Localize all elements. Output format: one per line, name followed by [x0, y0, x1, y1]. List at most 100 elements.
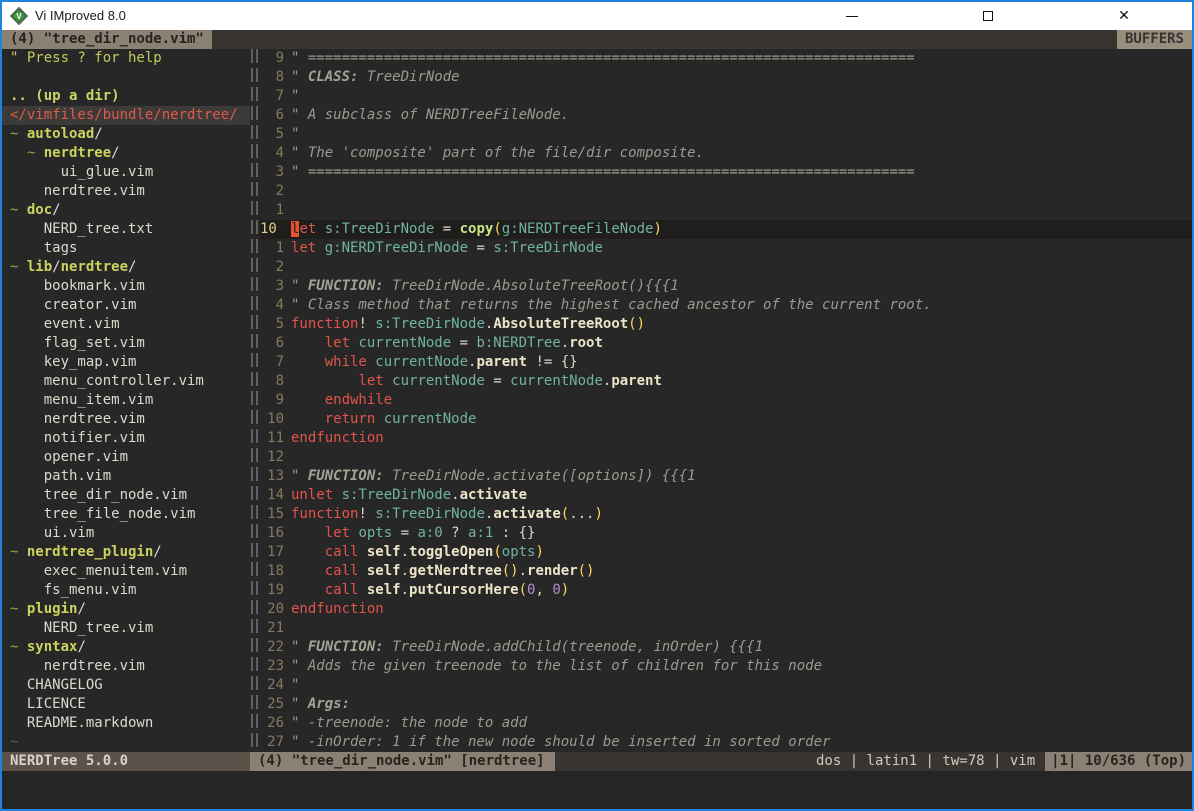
code-line[interactable]: 3" FUNCTION: TreeDirNode.AbsoluteTreeRoo…: [260, 277, 1192, 296]
tree-item[interactable]: key_map.vim: [10, 353, 250, 372]
tree-item[interactable]: path.vim: [10, 467, 250, 486]
tree-item[interactable]: tags: [10, 239, 250, 258]
tree-item[interactable]: fs_menu.vim: [10, 581, 250, 600]
code-line[interactable]: 12: [260, 448, 1192, 467]
code-line[interactable]: 15function! s:TreeDirNode.activate(...): [260, 505, 1192, 524]
minimize-button[interactable]: [832, 2, 872, 30]
tree-item[interactable]: opener.vim: [10, 448, 250, 467]
code-line[interactable]: 21: [260, 619, 1192, 638]
tree-item[interactable]: NERD_tree.vim: [10, 619, 250, 638]
code-line[interactable]: 7 while currentNode.parent != {}: [260, 353, 1192, 372]
vim-window: V Vi IMproved 8.0 ✕ (4) "tree_dir_node.v…: [0, 0, 1194, 811]
editor-buffer[interactable]: 9" =====================================…: [260, 49, 1192, 752]
tree-item[interactable]: tree_file_node.vim: [10, 505, 250, 524]
tree-item[interactable]: ui_glue.vim: [10, 163, 250, 182]
code-line[interactable]: 2: [260, 182, 1192, 201]
tree-item[interactable]: event.vim: [10, 315, 250, 334]
code-line[interactable]: 4" Class method that returns the highest…: [260, 296, 1192, 315]
code-line[interactable]: 2: [260, 258, 1192, 277]
code-line[interactable]: 22" FUNCTION: TreeDirNode.addChild(treen…: [260, 638, 1192, 657]
code-line[interactable]: 9" =====================================…: [260, 49, 1192, 68]
code-line[interactable]: 9 endwhile: [260, 391, 1192, 410]
code-line[interactable]: 13" FUNCTION: TreeDirNode.activate([opti…: [260, 467, 1192, 486]
tree-item[interactable]: ~ syntax/: [10, 638, 250, 657]
active-statusline: (4) "tree_dir_node.vim" [nerdtree] dos |…: [250, 752, 1192, 771]
line-number: 3: [260, 277, 284, 296]
tree-item[interactable]: nerdtree.vim: [10, 657, 250, 676]
code-line[interactable]: 8 let currentNode = currentNode.parent: [260, 372, 1192, 391]
tree-item[interactable]: " Press ? for help: [10, 49, 250, 68]
tree-item[interactable]: menu_controller.vim: [10, 372, 250, 391]
code-line[interactable]: 23" Adds the given treenode to the list …: [260, 657, 1192, 676]
tree-item[interactable]: exec_menuitem.vim: [10, 562, 250, 581]
tree-item[interactable]: ~ nerdtree/: [10, 144, 250, 163]
close-button[interactable]: ✕: [1104, 2, 1144, 30]
tree-item[interactable]: [10, 68, 250, 87]
tree-item[interactable]: ~ lib/nerdtree/: [10, 258, 250, 277]
code-line[interactable]: 3" =====================================…: [260, 163, 1192, 182]
code-line[interactable]: 10let s:TreeDirNode = copy(g:NERDTreeFil…: [260, 220, 1192, 239]
tree-item[interactable]: bookmark.vim: [10, 277, 250, 296]
vim-logo-icon: V: [10, 7, 28, 25]
code-line[interactable]: 11endfunction: [260, 429, 1192, 448]
tree-item[interactable]: README.markdown: [10, 714, 250, 733]
code-line[interactable]: 4" The 'composite' part of the file/dir …: [260, 144, 1192, 163]
code-line[interactable]: 1let g:NERDTreeDirNode = s:TreeDirNode: [260, 239, 1192, 258]
line-number: 21: [260, 619, 284, 638]
code-line[interactable]: 10 return currentNode: [260, 410, 1192, 429]
tree-item[interactable]: nerdtree.vim: [10, 182, 250, 201]
tree-item[interactable]: ~ plugin/: [10, 600, 250, 619]
code-line[interactable]: 26" -treenode: the node to add: [260, 714, 1192, 733]
line-number: 18: [260, 562, 284, 581]
line-number: 7: [260, 353, 284, 372]
code-line[interactable]: 20endfunction: [260, 600, 1192, 619]
window-split-separator[interactable]: [250, 49, 260, 752]
code-line[interactable]: 16 let opts = a:0 ? a:1 : {}: [260, 524, 1192, 543]
tree-item[interactable]: CHANGELOG: [10, 676, 250, 695]
nerdtree-statusline: NERDTree 5.0.0: [2, 752, 250, 771]
tree-item[interactable]: .. (up a dir): [10, 87, 250, 106]
statusline-fileinfo: dos | latin1 | tw=78 | vim: [816, 752, 1045, 771]
tree-item[interactable]: tree_dir_node.vim: [10, 486, 250, 505]
code-line[interactable]: 8" CLASS: TreeDirNode: [260, 68, 1192, 87]
code-line[interactable]: 25" Args:: [260, 695, 1192, 714]
code-line[interactable]: 7": [260, 87, 1192, 106]
code-line[interactable]: 17 call self.toggleOpen(opts): [260, 543, 1192, 562]
code-line[interactable]: 5": [260, 125, 1192, 144]
code-line[interactable]: 6 let currentNode = b:NERDTree.root: [260, 334, 1192, 353]
line-number: 1: [260, 239, 284, 258]
line-number: 2: [260, 258, 284, 277]
line-number: 8: [260, 372, 284, 391]
code-line[interactable]: 19 call self.putCursorHere(0, 0): [260, 581, 1192, 600]
main-area: " Press ? for help .. (up a dir)</vimfile…: [2, 49, 1192, 752]
title-bar[interactable]: V Vi IMproved 8.0 ✕: [2, 2, 1192, 30]
tab-tree-dir-node[interactable]: (4) "tree_dir_node.vim": [2, 30, 212, 49]
code-line[interactable]: 6" A subclass of NERDTreeFileNode.: [260, 106, 1192, 125]
window-title: Vi IMproved 8.0: [35, 2, 126, 30]
command-line[interactable]: [2, 771, 1192, 809]
tree-item[interactable]: ~ autoload/: [10, 125, 250, 144]
code-line[interactable]: 27" -inOrder: 1 if the new node should b…: [260, 733, 1192, 752]
tree-item[interactable]: </vimfiles/bundle/nerdtree/: [2, 106, 250, 125]
line-number: 19: [260, 581, 284, 600]
tree-item[interactable]: ui.vim: [10, 524, 250, 543]
code-line[interactable]: 18 call self.getNerdtree().render(): [260, 562, 1192, 581]
tree-item[interactable]: NERD_tree.txt: [10, 220, 250, 239]
line-number: 2: [260, 182, 284, 201]
code-line[interactable]: 14unlet s:TreeDirNode.activate: [260, 486, 1192, 505]
line-number: 8: [260, 68, 284, 87]
code-line[interactable]: 1: [260, 201, 1192, 220]
tree-item[interactable]: flag_set.vim: [10, 334, 250, 353]
tree-item[interactable]: ~ doc/: [10, 201, 250, 220]
code-line[interactable]: 5function! s:TreeDirNode.AbsoluteTreeRoo…: [260, 315, 1192, 334]
tree-item[interactable]: ~ nerdtree_plugin/: [10, 543, 250, 562]
tree-item[interactable]: menu_item.vim: [10, 391, 250, 410]
tree-item[interactable]: nerdtree.vim: [10, 410, 250, 429]
tree-item[interactable]: ~: [10, 733, 250, 752]
tree-item[interactable]: notifier.vim: [10, 429, 250, 448]
maximize-button[interactable]: [968, 2, 1008, 30]
buffers-label: BUFFERS: [1117, 30, 1192, 49]
code-line[interactable]: 24": [260, 676, 1192, 695]
tree-item[interactable]: LICENCE: [10, 695, 250, 714]
tree-item[interactable]: creator.vim: [10, 296, 250, 315]
